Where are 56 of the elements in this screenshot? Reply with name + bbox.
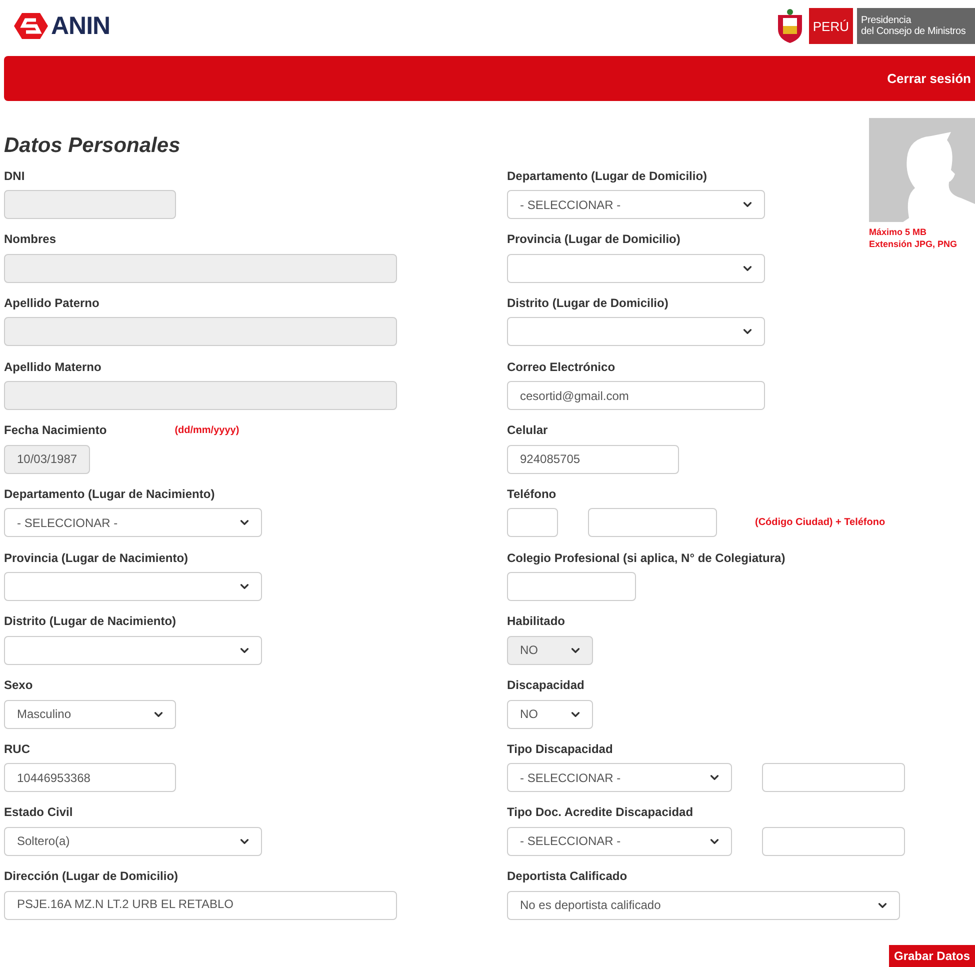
logout-link[interactable]: Cerrar sesión [887, 71, 971, 86]
input-field[interactable] [762, 763, 905, 792]
field-label: Habilitado [507, 614, 566, 628]
input-field[interactable] [507, 508, 558, 538]
field-label: RUC [4, 742, 30, 756]
field-label: Sexo [4, 678, 33, 692]
select-field[interactable]: - SELECCIONAR - [507, 826, 732, 856]
field-label: DNI [4, 168, 25, 182]
select-field[interactable] [4, 572, 262, 602]
page-title: Datos Personales [4, 133, 182, 159]
format-hint: (Código Ciudad) + Teléfono [755, 517, 886, 528]
select-field[interactable] [4, 636, 262, 665]
institution-name: Presidencia del Consejo de Ministros [857, 8, 975, 44]
input-field[interactable]: 924085705 [507, 444, 679, 474]
field-label: Distrito (Lugar de Nacimiento) [4, 614, 176, 628]
select-field[interactable]: - SELECCIONAR - [4, 508, 262, 538]
select-field[interactable]: Masculino [4, 700, 176, 728]
select-field[interactable] [507, 317, 765, 346]
format-hint: (dd/mm/yyyy) [174, 424, 240, 436]
photo-requirement: Máximo 5 MB [869, 226, 928, 238]
input-field[interactable]: cesortid@gmail.com [507, 381, 765, 410]
save-button[interactable]: Grabar Datos [889, 945, 975, 967]
input-field[interactable] [762, 826, 905, 856]
input-field[interactable]: 10446953368 [4, 763, 176, 792]
field-label: Colegio Profesional (si aplica, N° de Colegiatura) [507, 550, 786, 565]
select-field[interactable]: - SELECCIONAR - [507, 190, 765, 219]
field-label: Discapacidad [507, 678, 584, 692]
field-label: Apellido Materno [4, 360, 102, 374]
field-label: Fecha Nacimiento [4, 423, 107, 438]
field-label: Celular [507, 423, 548, 438]
field-label: Provincia (Lugar de Domicilio) [507, 232, 680, 246]
logo-text: ANIN [51, 12, 110, 40]
field-label: Departamento (Lugar de Nacimiento) [4, 486, 215, 501]
photo-requirement: Extensión JPG, PNG [869, 238, 958, 250]
field-label: Provincia (Lugar de Nacimiento) [4, 550, 188, 565]
select-field[interactable]: - SELECCIONAR - [507, 763, 732, 792]
field-label: Correo Electrónico [507, 360, 616, 374]
field-label: Tipo Discapacidad [507, 742, 613, 756]
select-field[interactable]: Soltero(a) [4, 826, 262, 856]
input-field[interactable] [588, 508, 717, 538]
select-field[interactable]: NO [507, 700, 593, 728]
input-field[interactable] [507, 572, 636, 602]
field-label: Tipo Doc. Acredite Discapacidad [507, 805, 694, 820]
select-field[interactable]: No es deportista calificado [507, 890, 900, 920]
field-label: Estado Civil [4, 805, 73, 820]
field-label: Nombres [4, 232, 56, 246]
field-label: Teléfono [507, 486, 556, 501]
select-field[interactable] [507, 254, 765, 283]
field-label: Deportista Calificado [507, 869, 628, 884]
logo-icon [14, 13, 48, 39]
field-label: Departamento (Lugar de Domicilio) [507, 168, 708, 182]
country-badge: PERÚ [808, 8, 853, 44]
text-area[interactable]: PSJE.16A MZ.N LT.2 URB EL RETABLO [4, 890, 397, 920]
field-label: Distrito (Lugar de Domicilio) [507, 296, 668, 310]
field-label: Apellido Paterno [4, 296, 100, 310]
field-label: Dirección (Lugar de Domicilio) [4, 869, 178, 884]
